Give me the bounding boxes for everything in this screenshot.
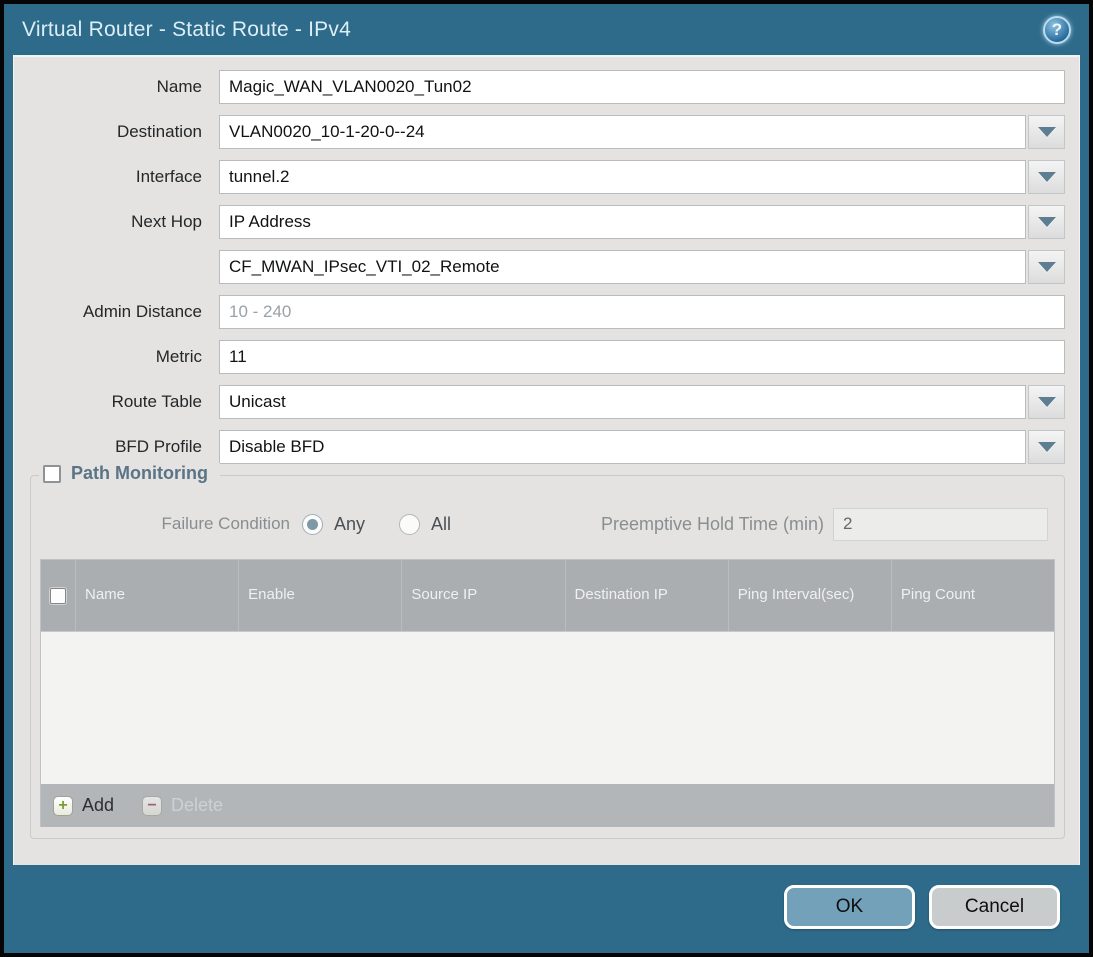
form-row-route-table: Route Table — [14, 385, 1079, 419]
help-icon[interactable]: ? — [1043, 16, 1071, 44]
form-row-destination: Destination — [14, 115, 1079, 149]
column-header-destination-ip[interactable]: Destination IP — [565, 560, 728, 631]
dialog-titlebar: Virtual Router - Static Route - IPv4 ? — [4, 4, 1089, 55]
path-monitoring-legend: Path Monitoring — [39, 463, 220, 484]
failure-condition-any-label: Any — [334, 514, 365, 535]
chevron-down-icon — [1038, 262, 1056, 272]
path-monitoring-table: Name Enable Source IP Destination IP Pin… — [40, 559, 1055, 827]
next-hop-type-dropdown-button[interactable] — [1028, 205, 1065, 239]
route-table-input[interactable] — [219, 385, 1026, 419]
path-monitoring-title: Path Monitoring — [71, 463, 208, 484]
preemptive-hold-time-input — [833, 508, 1048, 541]
admin-distance-input[interactable] — [219, 295, 1065, 329]
chevron-down-icon — [1038, 127, 1056, 137]
column-header-enable[interactable]: Enable — [238, 560, 401, 631]
failure-condition-all-radio — [399, 514, 420, 535]
cancel-button[interactable]: Cancel — [929, 885, 1060, 929]
delete-button-label: Delete — [171, 795, 223, 816]
path-monitoring-table-toolbar: + Add − Delete — [41, 784, 1054, 827]
metric-label: Metric — [14, 347, 211, 367]
next-hop-address-dropdown-button[interactable] — [1028, 250, 1065, 284]
path-monitoring-checkbox[interactable] — [43, 465, 61, 483]
column-header-source-ip[interactable]: Source IP — [401, 560, 564, 631]
next-hop-type-input[interactable] — [219, 205, 1026, 239]
chevron-down-icon — [1038, 397, 1056, 407]
form-row-interface: Interface — [14, 160, 1079, 194]
form-row-metric: Metric — [14, 340, 1079, 374]
chevron-down-icon — [1038, 172, 1056, 182]
add-icon: + — [53, 796, 73, 816]
next-hop-address-input[interactable] — [219, 250, 1026, 284]
failure-condition-all-option: All — [399, 514, 451, 535]
metric-input[interactable] — [219, 340, 1065, 374]
chevron-down-icon — [1038, 217, 1056, 227]
preemptive-hold-time-group: Preemptive Hold Time (min) — [601, 508, 1055, 541]
admin-distance-label: Admin Distance — [14, 302, 211, 322]
path-monitoring-table-header: Name Enable Source IP Destination IP Pin… — [41, 560, 1054, 631]
select-all-checkbox[interactable] — [50, 588, 66, 604]
failure-condition-row: Failure Condition Any All Preemptive Hol… — [40, 506, 1055, 542]
add-button[interactable]: + Add — [53, 795, 114, 816]
bfd-profile-input[interactable] — [219, 430, 1026, 464]
path-monitoring-section: Path Monitoring Failure Condition Any Al… — [30, 475, 1065, 839]
column-header-name[interactable]: Name — [75, 560, 238, 631]
dialog-body: Name Destination Interface Next Hop — [13, 55, 1080, 865]
next-hop-label: Next Hop — [14, 212, 211, 232]
form-row-admin-distance: Admin Distance — [14, 295, 1079, 329]
failure-condition-label: Failure Condition — [40, 514, 302, 534]
bfd-profile-label: BFD Profile — [14, 437, 211, 457]
form-row-name: Name — [14, 70, 1079, 104]
column-header-ping-count[interactable]: Ping Count — [891, 560, 1054, 631]
interface-input[interactable] — [219, 160, 1026, 194]
interface-dropdown-button[interactable] — [1028, 160, 1065, 194]
dialog-window: Virtual Router - Static Route - IPv4 ? N… — [0, 0, 1093, 957]
route-table-dropdown-button[interactable] — [1028, 385, 1065, 419]
name-label: Name — [14, 77, 211, 97]
chevron-down-icon — [1038, 442, 1056, 452]
dialog-footer: OK Cancel — [4, 865, 1089, 953]
preemptive-hold-time-label: Preemptive Hold Time (min) — [601, 514, 833, 535]
dialog-title: Virtual Router - Static Route - IPv4 — [22, 18, 351, 42]
select-all-cell — [41, 560, 75, 631]
failure-condition-radio-group: Any All — [302, 514, 451, 535]
failure-condition-any-radio — [302, 514, 323, 535]
form-row-bfd-profile: BFD Profile — [14, 430, 1079, 464]
path-monitoring-table-body — [41, 631, 1054, 784]
destination-input[interactable] — [219, 115, 1026, 149]
failure-condition-all-label: All — [431, 514, 451, 535]
failure-condition-any-option: Any — [302, 514, 365, 535]
column-header-ping-interval[interactable]: Ping Interval(sec) — [728, 560, 891, 631]
delete-button: − Delete — [142, 795, 223, 816]
ok-button[interactable]: OK — [784, 885, 915, 929]
add-button-label: Add — [82, 795, 114, 816]
interface-label: Interface — [14, 167, 211, 187]
bfd-profile-dropdown-button[interactable] — [1028, 430, 1065, 464]
form-row-next-hop-address — [14, 250, 1079, 284]
name-input[interactable] — [219, 70, 1065, 104]
destination-dropdown-button[interactable] — [1028, 115, 1065, 149]
delete-icon: − — [142, 796, 162, 816]
form-row-next-hop: Next Hop — [14, 205, 1079, 239]
destination-label: Destination — [14, 122, 211, 142]
route-table-label: Route Table — [14, 392, 211, 412]
